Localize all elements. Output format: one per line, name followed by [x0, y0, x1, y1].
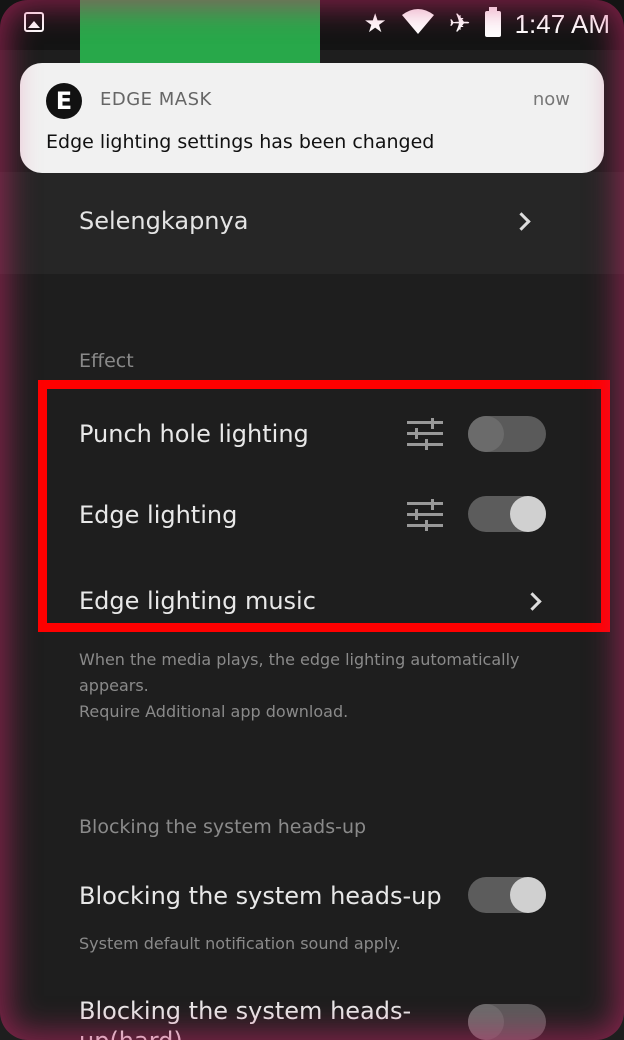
more-row[interactable]: Selengkapnya — [0, 172, 624, 274]
settings-screen: ★ ✈ 1:47 AM Selengkapnya Effect Punch ho… — [0, 0, 624, 1040]
notification-app-name: EDGE MASK — [100, 89, 212, 110]
blocking-section-header: Blocking the system heads-up — [79, 816, 367, 838]
edge-music-description: When the media plays, the edge lighting … — [79, 650, 520, 721]
status-icons: ★ ✈ 1:47 AM — [363, 6, 610, 42]
status-clock: 1:47 AM — [514, 8, 610, 39]
blocking-heads-up-hard-toggle[interactable] — [468, 1004, 546, 1040]
star-icon: ★ — [363, 9, 387, 39]
battery-icon — [484, 7, 501, 37]
blocking-heads-up-subtext: System default notification sound apply. — [79, 934, 401, 953]
wifi-icon — [401, 8, 435, 40]
highlight-annotation-box — [38, 380, 610, 632]
status-bar: ★ ✈ 1:47 AM — [0, 0, 624, 64]
toggle-thumb — [510, 877, 546, 913]
edge-mask-app-icon: E — [46, 83, 82, 119]
blocking-heads-up-hard-label: Blocking the system heads-up(hard) — [79, 997, 412, 1040]
edge-mask-notification[interactable]: E EDGE MASK now Edge lighting settings h… — [20, 63, 604, 173]
notification-time: now — [532, 89, 570, 110]
effect-section-header: Effect — [79, 350, 134, 372]
blocking-heads-up-toggle[interactable] — [468, 877, 546, 913]
blocking-heads-up-label: Blocking the system heads-up — [79, 882, 442, 910]
chevron-right-icon — [512, 212, 531, 231]
notification-message: Edge lighting settings has been changed — [46, 131, 435, 153]
more-row-label: Selengkapnya — [79, 207, 249, 235]
airplane-mode-icon: ✈ — [448, 9, 471, 39]
green-indicator-bar — [80, 0, 320, 64]
gallery-notification-icon — [24, 12, 44, 32]
toggle-thumb — [468, 1004, 504, 1040]
